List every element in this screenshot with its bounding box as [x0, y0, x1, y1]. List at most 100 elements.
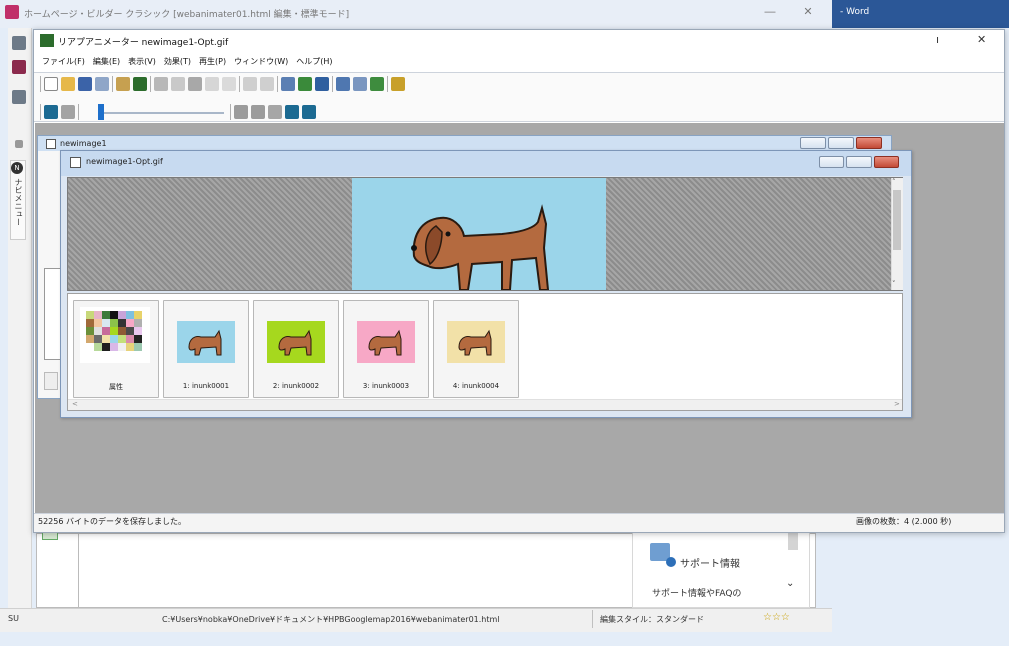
- frame-3-thumbnail: [357, 321, 415, 363]
- attributes-mosaic-thumbnail: [80, 307, 150, 363]
- opt-gif-titlebar[interactable]: [61, 151, 911, 176]
- opt-gif-close-button[interactable]: [873, 156, 899, 168]
- newimage1-title: newimage1: [60, 139, 107, 148]
- document-icon: [70, 157, 81, 168]
- status-message: 52256 バイトのデータを保存しました。: [38, 517, 186, 526]
- rotate-right-icon[interactable]: [260, 77, 274, 91]
- palette-icon[interactable]: [370, 77, 384, 91]
- support-panel-title[interactable]: サポート情報: [680, 555, 740, 570]
- opt-gif-title: newimage1-Opt.gif: [86, 157, 163, 166]
- scroll-down-icon[interactable]: ˅: [892, 280, 896, 288]
- background-window-title: ホームページ・ビルダー クラシック [webanimater01.html 編集…: [24, 10, 350, 20]
- frame-label: 2: inunk0002: [272, 382, 320, 390]
- status-divider: [592, 610, 593, 628]
- undo-icon[interactable]: [116, 77, 130, 91]
- toolbar-separator: [112, 76, 113, 92]
- animator-minimize-button[interactable]: ı: [936, 33, 946, 46]
- newimage1-titlebar[interactable]: [38, 136, 891, 151]
- open-folder-icon[interactable]: [61, 77, 75, 91]
- paste-icon[interactable]: [188, 77, 202, 91]
- background-close-button[interactable]: ✕: [800, 5, 816, 19]
- scroll-left-icon[interactable]: <: [72, 400, 78, 408]
- status-rating-icon: ☆☆☆: [763, 612, 790, 623]
- menu-help[interactable]: ヘルプ(H): [296, 56, 332, 67]
- stop-icon[interactable]: [61, 105, 75, 119]
- menu-effects[interactable]: 効果(T): [164, 56, 191, 67]
- toolbar-separator: [150, 76, 151, 92]
- expand-arrow-icon[interactable]: [15, 140, 23, 148]
- menu-file[interactable]: ファイル(F): [42, 56, 85, 67]
- save-icon[interactable]: [78, 77, 92, 91]
- toolbar-grip: [40, 76, 41, 92]
- chevron-down-icon[interactable]: ⌄: [786, 578, 794, 589]
- scroll-up-icon[interactable]: ˄: [892, 178, 896, 186]
- properties-icon[interactable]: [281, 77, 295, 91]
- animation-preview-image: [352, 178, 606, 290]
- prev-frame-icon[interactable]: [268, 105, 282, 119]
- menu-playback[interactable]: 再生(P): [199, 56, 226, 67]
- opt-gif-maximize-button[interactable]: [846, 156, 872, 168]
- menu-window[interactable]: ウィンドウ(W): [234, 56, 288, 67]
- newimage1-minimize-button[interactable]: [800, 137, 826, 149]
- pause-icon[interactable]: [234, 105, 248, 119]
- newimage1-maximize-button[interactable]: [828, 137, 854, 149]
- copy-icon[interactable]: [171, 77, 185, 91]
- toolbar-separator: [277, 76, 278, 92]
- animator-close-button[interactable]: ✕: [977, 33, 989, 46]
- toolbar-separator: [230, 104, 231, 120]
- status-frame-count: 画像の枚数：4 (2.000 秒): [856, 517, 952, 526]
- status-edit-style: 編集スタイル：スタンダード: [600, 615, 704, 624]
- image-icon[interactable]: [353, 77, 367, 91]
- support-panel-subtitle: サポート情報やFAQの: [652, 589, 742, 599]
- scroll-right-icon[interactable]: >: [894, 400, 900, 408]
- background-left-toolstrip: [8, 28, 32, 608]
- dachshund-drawing: [411, 204, 550, 290]
- frame-label: 属性: [109, 383, 123, 391]
- animator-menubar: ファイル(F) 編集(E) 表示(V) 効果(T) 再生(P) ウィンドウ(W)…: [34, 51, 1004, 71]
- frame-slider-thumb[interactable]: [98, 104, 104, 120]
- homepage-builder-app-icon: [5, 5, 19, 19]
- preview-icon[interactable]: [315, 77, 329, 91]
- page-view-icon[interactable]: [12, 36, 26, 50]
- wizard-icon[interactable]: [133, 77, 147, 91]
- play-icon[interactable]: [44, 105, 58, 119]
- next-frame-icon[interactable]: [285, 105, 299, 119]
- animator-window-title: リアプアニメーター newimage1-Opt.gif: [58, 38, 229, 48]
- rotate-left-icon[interactable]: [243, 77, 257, 91]
- cut-icon[interactable]: [154, 77, 168, 91]
- frame-1-thumbnail: [177, 321, 235, 363]
- edit-icon[interactable]: [391, 77, 405, 91]
- frame-slider-track[interactable]: [104, 112, 224, 114]
- site-icon[interactable]: [12, 60, 26, 74]
- menu-edit[interactable]: 編集(E): [93, 56, 120, 67]
- background-minimize-button[interactable]: ―: [762, 5, 778, 19]
- last-frame-icon[interactable]: [302, 105, 316, 119]
- folder-view-icon[interactable]: [12, 90, 26, 104]
- save-as-icon[interactable]: [95, 77, 109, 91]
- opt-gif-minimize-button[interactable]: [819, 156, 845, 168]
- navi-menu-label: ナビメニュー: [14, 178, 23, 226]
- document-icon: [46, 139, 56, 149]
- toolbar-separator: [239, 76, 240, 92]
- duplicate-icon[interactable]: [222, 77, 236, 91]
- status-file-path: C:¥Users¥nobka¥OneDrive¥ドキュメント¥HPBGoogle…: [162, 615, 500, 624]
- menu-view[interactable]: 表示(V): [128, 56, 156, 67]
- frame-4-thumbnail: [447, 321, 505, 363]
- frame-label: 4: inunk0004: [452, 382, 500, 390]
- toolbar-separator: [332, 76, 333, 92]
- editor-gutter-divider: [78, 533, 79, 608]
- first-frame-icon[interactable]: [251, 105, 265, 119]
- optimize-icon[interactable]: [298, 77, 312, 91]
- toolbar-separator: [387, 76, 388, 92]
- support-info-badge-icon: [666, 557, 676, 567]
- toolbar-grip: [40, 104, 41, 120]
- toolbar-row-2: [40, 104, 79, 120]
- delete-icon[interactable]: [205, 77, 219, 91]
- frame-label: 3: inunk0003: [362, 382, 410, 390]
- preview-scroll-thumb[interactable]: [893, 190, 901, 250]
- navi-menu-badge-icon: N: [11, 162, 23, 174]
- new-file-icon[interactable]: [44, 77, 58, 91]
- newimage1-close-button[interactable]: [856, 137, 882, 149]
- effects-icon[interactable]: [336, 77, 350, 91]
- frame-strip-horizontal-scrollbar[interactable]: [68, 399, 902, 410]
